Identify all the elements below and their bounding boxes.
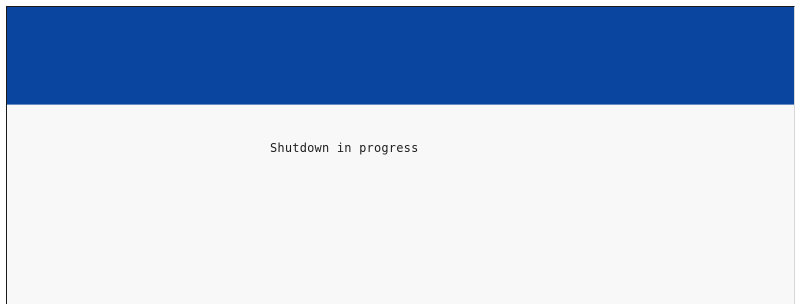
content-area: Shutdown in progress [7,105,794,304]
status-message: Shutdown in progress [270,141,419,155]
header-banner [7,7,794,104]
shutdown-window: Shutdown in progress [6,6,795,304]
